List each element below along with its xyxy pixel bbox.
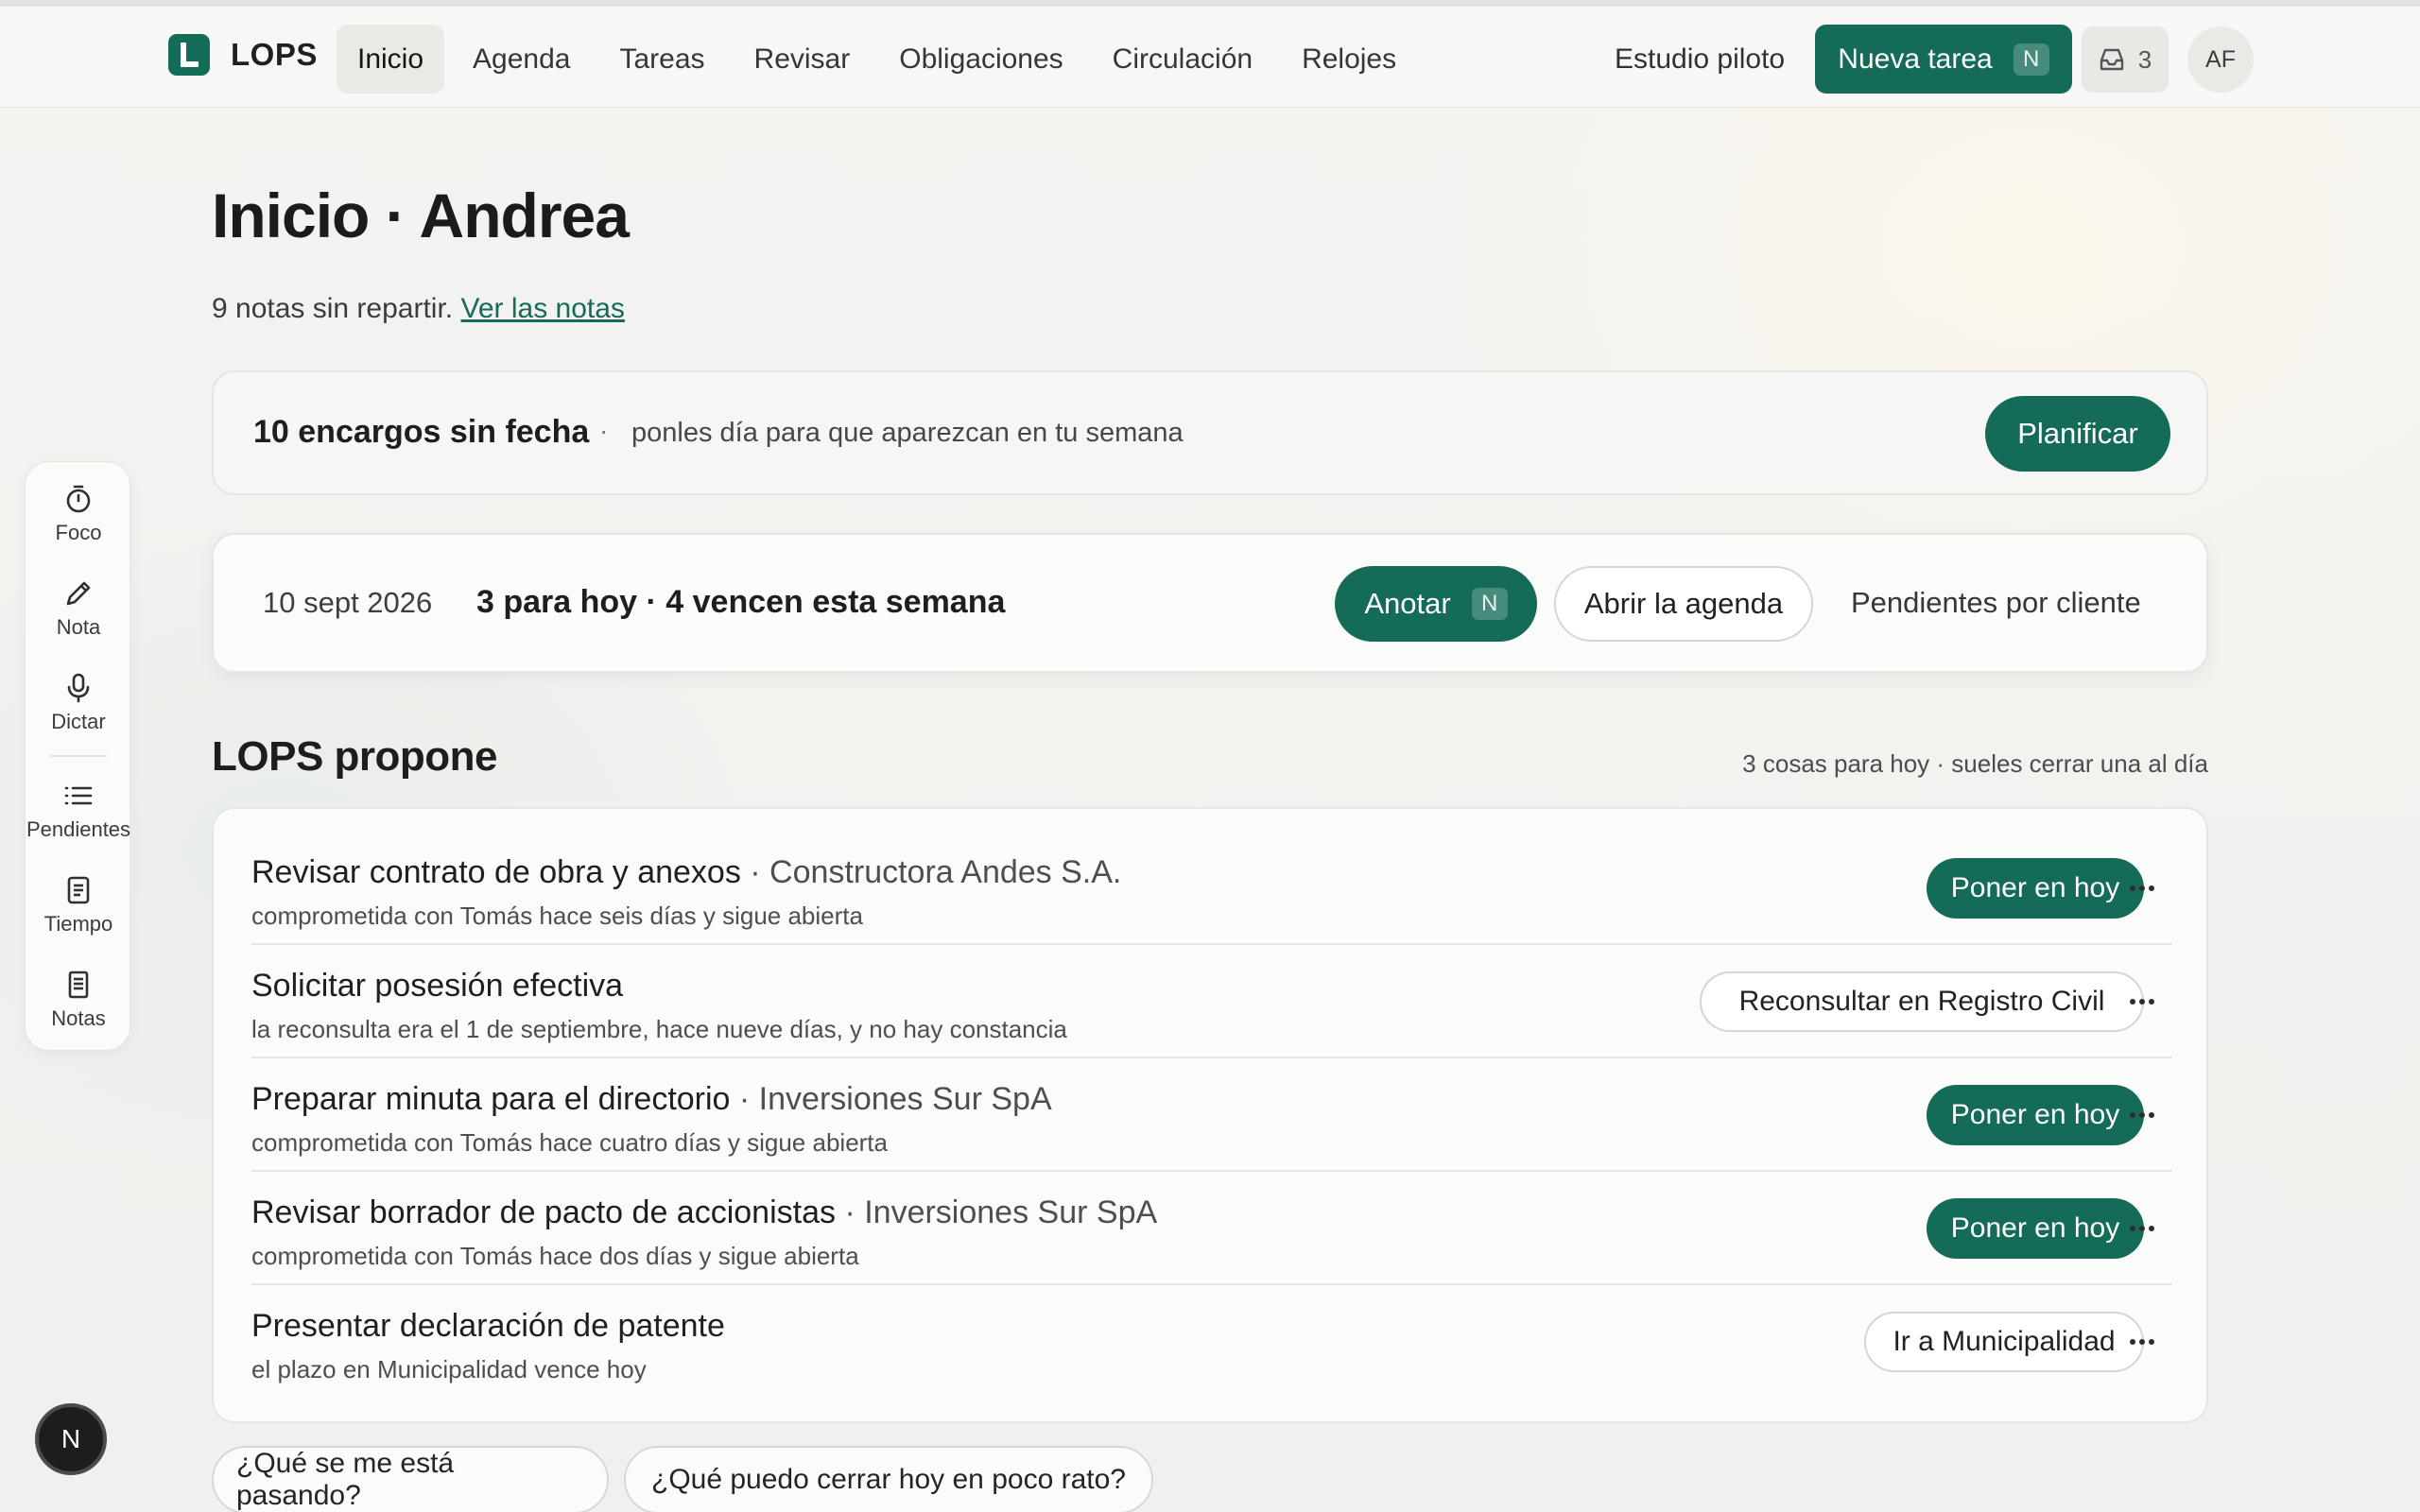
sidebar-item-label: Pendientes [26,817,131,841]
list-item: Presentar declaración de patente el plaz… [251,1283,2172,1397]
new-task-button[interactable]: Nueva tarea N [1815,25,2072,94]
inbox-icon [2100,48,2123,71]
pending-by-client-link[interactable]: Pendientes por cliente [1851,586,2141,620]
document-icon [67,876,90,904]
quick-question-chip[interactable]: ¿Qué puedo cerrar hoy en poco rato? [624,1446,1153,1512]
top-bar: LOPS Inicio Agenda Tareas Revisar Obliga… [0,0,2420,108]
quick-question-chip[interactable]: ¿Qué se me está pasando? [212,1446,609,1512]
sidebar-item-pendientes[interactable]: Pendientes [26,780,131,842]
proposals-list: Revisar contrato de obra y anexos · Cons… [212,807,2208,1423]
list-icon [64,786,93,805]
nav-item-circulacion[interactable]: Circulación [1092,25,1273,94]
sidebar-item-foco[interactable]: Foco [26,483,131,545]
task-detail: comprometida con Tomás hace seis días y … [251,902,863,930]
microphone-icon [67,673,90,703]
list-item: Revisar contrato de obra y anexos · Cons… [251,830,2172,943]
task-title: Presentar declaración de patente [251,1308,725,1345]
floating-assistant-button[interactable]: N [35,1403,107,1475]
current-date: 10 sept 2026 [263,586,433,619]
notes-summary: 9 notas sin repartir. Ver las notas [212,293,625,325]
more-options-icon[interactable] [2123,983,2161,1021]
workspace-selector[interactable]: Estudio piloto [1615,25,1785,94]
task-detail: comprometida con Tomás hace dos días y s… [251,1242,859,1270]
task-client: · Inversiones Sur SpA [836,1194,1158,1230]
put-today-button[interactable]: Poner en hoy [1927,858,2144,919]
sidebar-item-label: Dictar [51,710,106,733]
open-agenda-button[interactable]: Abrir la agenda [1554,566,1813,642]
page-title: Inicio · Andrea [212,180,630,250]
sidebar-item-label: Nota [56,615,101,639]
go-to-municipality-button[interactable]: Ir a Municipalidad [1864,1312,2144,1372]
sidebar-item-notas[interactable]: Notas [26,969,131,1031]
anotar-button[interactable]: Anotar N [1335,566,1537,642]
sidebar-item-label: Foco [55,521,102,544]
notes-count-text: 9 notas sin repartir. [212,293,454,324]
pencil-icon [66,581,91,606]
nav-item-revisar[interactable]: Revisar [734,25,872,94]
unscheduled-hint: ponles día para que aparezcan en tu sema… [631,418,1184,448]
sidebar-item-label: Notas [51,1006,106,1030]
more-options-icon[interactable] [2123,1323,2161,1361]
task-name: Revisar borrador de pacto de accionistas [251,1194,836,1230]
task-title: Revisar borrador de pacto de accionistas… [251,1194,1157,1231]
task-client: · Constructora Andes S.A. [740,854,1122,890]
sidebar-item-dictar[interactable]: Dictar [26,672,131,734]
nav-item-tareas[interactable]: Tareas [598,25,725,94]
task-name: Presentar declaración de patente [251,1308,725,1344]
put-today-button[interactable]: Poner en hoy [1927,1198,2144,1259]
anotar-shortcut: N [1471,588,1508,620]
today-summary: 3 para hoy · 4 vencen esta semana [476,584,1006,620]
main-nav: Inicio Agenda Tareas Revisar Obligacione… [337,25,1417,94]
sidebar-item-tiempo[interactable]: Tiempo [26,874,131,936]
unscheduled-card: 10 encargos sin fecha · ponles día para … [212,370,2208,495]
new-task-shortcut: N [2013,43,2049,76]
logo-icon [168,34,210,76]
task-name: Preparar minuta para el directorio [251,1081,731,1117]
sidebar-item-nota[interactable]: Nota [26,577,131,640]
sidebar-item-label: Tiempo [43,912,113,936]
sidebar-divider [50,755,107,757]
task-title: Preparar minuta para el directorio · Inv… [251,1081,1052,1118]
task-client: · Inversiones Sur SpA [730,1081,1052,1117]
more-options-icon[interactable] [2123,869,2161,907]
task-name: Solicitar posesión efectiva [251,968,624,1004]
task-detail: comprometida con Tomás hace cuatro días … [251,1128,888,1157]
task-title: Revisar contrato de obra y anexos · Cons… [251,854,1121,891]
anotar-label: Anotar [1364,587,1451,620]
app-name: LOPS [231,37,318,72]
task-title: Solicitar posesión efectiva [251,968,623,1005]
unscheduled-title: 10 encargos sin fecha [253,414,590,450]
task-detail: el plazo en Municipalidad vence hoy [251,1355,647,1383]
nav-item-relojes[interactable]: Relojes [1281,25,1417,94]
notes-icon [68,971,89,999]
app-logo[interactable]: LOPS [168,34,318,76]
reconsult-registry-button[interactable]: Reconsultar en Registro Civil [1700,971,2144,1032]
list-item: Preparar minuta para el directorio · Inv… [251,1057,2172,1170]
proposals-meta: 3 cosas para hoy · sueles cerrar una al … [1742,749,2208,778]
more-options-icon[interactable] [2123,1096,2161,1134]
quick-tools-sidebar: Foco Nota Dictar Pendientes Tiempo Notas [25,461,130,1051]
view-notes-link[interactable]: Ver las notas [460,293,624,324]
today-summary-bar: 10 sept 2026 3 para hoy · 4 vencen esta … [212,533,2208,673]
proposals-title: LOPS propone [212,733,498,780]
nav-item-inicio[interactable]: Inicio [337,25,445,94]
put-today-button[interactable]: Poner en hoy [1927,1085,2144,1145]
new-task-label: Nueva tarea [1838,43,1993,75]
inbox-count: 3 [2137,44,2152,74]
user-avatar[interactable]: AF [2187,26,2254,93]
task-name: Revisar contrato de obra y anexos [251,854,741,890]
timer-icon [66,485,91,513]
nav-item-obligaciones[interactable]: Obligaciones [878,25,1083,94]
inbox-button[interactable]: 3 [2082,26,2169,93]
task-detail: la reconsulta era el 1 de septiembre, ha… [251,1015,1067,1043]
unscheduled-separator: · [599,416,609,445]
more-options-icon[interactable] [2123,1210,2161,1247]
plan-button[interactable]: Planificar [1985,396,2170,472]
nav-item-agenda[interactable]: Agenda [452,25,591,94]
list-item: Solicitar posesión efectiva la reconsult… [251,943,2172,1057]
list-item: Revisar borrador de pacto de accionistas… [251,1170,2172,1283]
